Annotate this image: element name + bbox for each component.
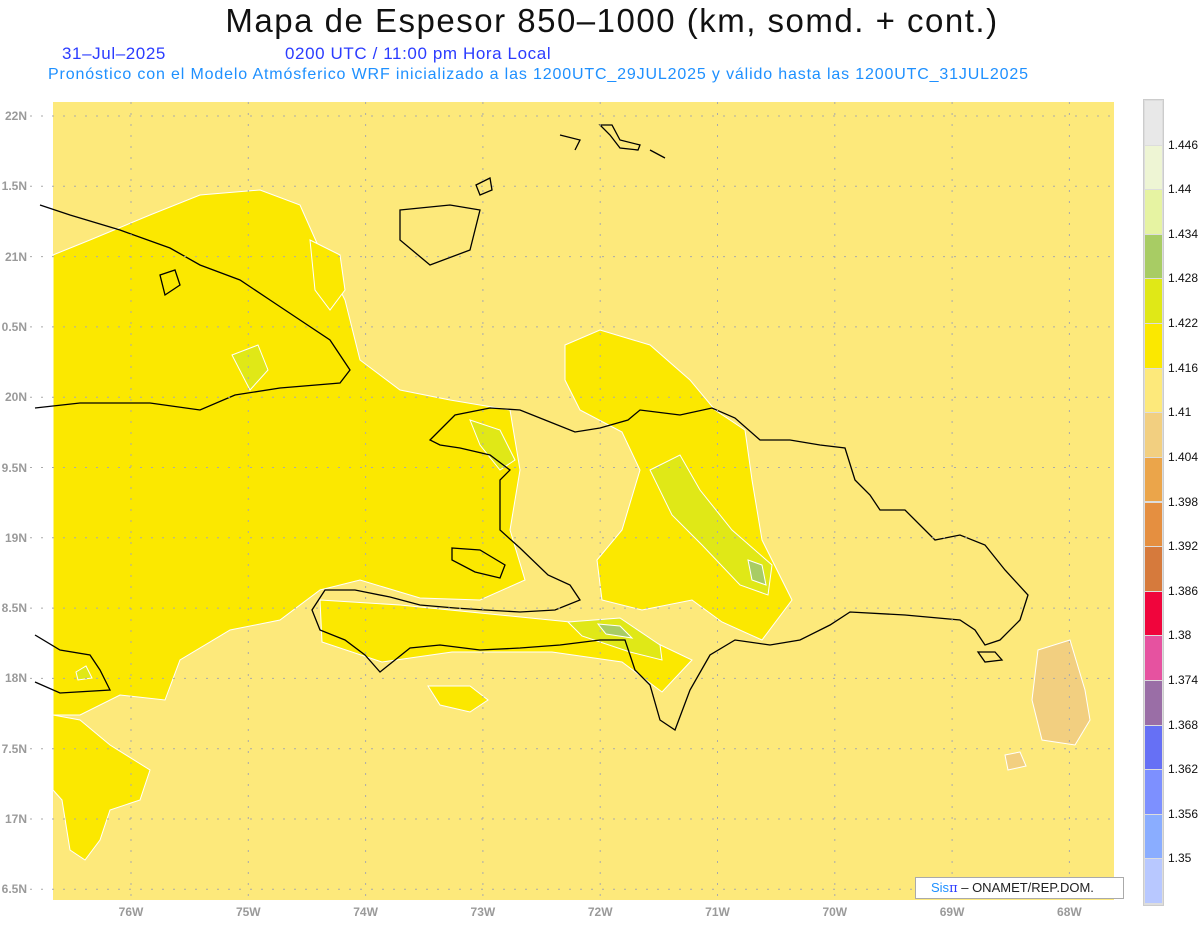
lat-tick-label: 21N [4,249,27,264]
colorbar-label: 1.41 [1168,405,1192,420]
lon-tick-label: 68W [1057,905,1082,919]
credit-sis: Sis [931,880,950,895]
colorbar-label: 1.428 [1168,271,1199,286]
colorbar-swatch [1145,190,1162,234]
credit-pi-logo: π [949,881,958,896]
colorbar-swatch [1145,547,1162,591]
lon-tick-label: 74W [353,905,378,919]
lon-tick-label: 76W [118,905,144,919]
colorbar-label: 1.416 [1168,360,1199,375]
colorbar-swatch [1145,101,1162,145]
colorbar-swatch [1145,457,1162,502]
colorbar-swatch [1145,591,1162,636]
colorbar-label: 1.368 [1168,717,1199,732]
lon-tick-label: 71W [705,905,730,919]
colorbar-label: 1.374 [1168,672,1199,687]
lat-tick-label: 7.5N [1,741,27,756]
colorbar-swatch [1145,234,1162,279]
colorbar-swatch [1145,680,1162,725]
colorbar-label: 1.38 [1168,628,1192,643]
colorbar-swatch [1145,279,1162,324]
colorbar [1143,99,1164,906]
lat-tick-label: 20N [4,390,27,405]
credit-text: – ONAMET/REP.DOM. [957,880,1094,895]
colorbar-label: 1.44 [1168,182,1192,197]
lat-tick-label: 0.5N [1,319,27,334]
lat-tick-label: 18N [4,671,27,686]
colorbar-swatch [1145,636,1162,680]
lat-tick-label: 6.5N [1,882,27,897]
colorbar-swatch [1145,770,1162,814]
colorbar-label: 1.434 [1168,226,1199,241]
colorbar-label: 1.35 [1168,851,1192,866]
lat-tick-label: 9.5N [1,460,27,475]
lat-tick-label: 8.5N [1,601,27,616]
lat-tick-label: 1.5N [1,179,27,194]
lon-tick-label: 72W [587,905,613,919]
colorbar-label: 1.386 [1168,583,1199,598]
credit-box: Sisπ – ONAMET/REP.DOM. [915,877,1124,899]
lat-tick-label: 17N [4,812,27,826]
thickness-map [30,102,1114,900]
colorbar-label: 1.392 [1168,539,1199,554]
lon-tick-label: 69W [939,905,965,919]
colorbar-label: 1.398 [1168,494,1199,509]
lon-tick-label: 70W [822,905,848,919]
lat-tick-label: 22N [4,109,27,123]
colorbar-swatch [1145,859,1162,903]
colorbar-swatch [1145,368,1162,413]
colorbar-swatch [1145,725,1162,770]
colorbar-label: 1.362 [1168,762,1199,777]
colorbar-label: 1.404 [1168,449,1199,464]
colorbar-label: 1.356 [1168,806,1199,821]
colorbar-swatch [1145,502,1162,547]
colorbar-swatch [1145,145,1162,190]
lat-tick-label: 19N [4,530,27,545]
colorbar-swatch [1145,814,1162,859]
lon-tick-label: 75W [235,905,261,919]
colorbar-swatch [1145,413,1162,457]
colorbar-swatch [1145,324,1162,368]
colorbar-label: 1.422 [1168,316,1199,331]
colorbar-label: 1.446 [1168,137,1199,152]
lon-tick-label: 73W [470,905,496,919]
